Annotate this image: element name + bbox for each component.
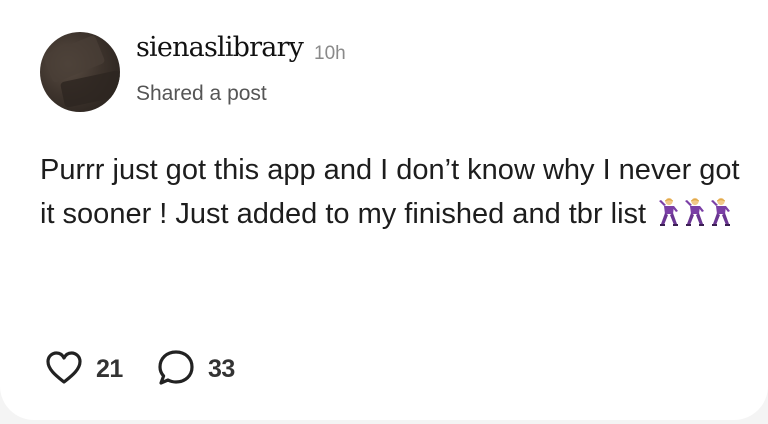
man-dancing-emoji	[711, 197, 731, 226]
post-subtitle: Shared a post	[136, 82, 267, 105]
post-card: sienaslibrary 10h Shared a post Purrr ju…	[0, 0, 768, 420]
like-button[interactable]: 21	[44, 348, 134, 388]
emoji-group	[654, 197, 732, 230]
avatar[interactable]	[40, 32, 120, 112]
like-count: 21	[96, 355, 123, 383]
speech-bubble-icon	[158, 350, 194, 385]
post-timestamp: 10h	[314, 43, 346, 64]
comment-button[interactable]: 33	[156, 348, 256, 388]
man-dancing-emoji	[659, 197, 679, 226]
post-body: Purrr just got this app and I don’t know…	[40, 148, 740, 236]
heart-icon	[46, 351, 82, 384]
post-body-text: Purrr just got this app and I don’t know…	[40, 154, 740, 230]
username[interactable]: sienaslibrary	[136, 32, 304, 63]
comment-count: 33	[208, 355, 235, 383]
man-dancing-emoji	[685, 197, 705, 226]
